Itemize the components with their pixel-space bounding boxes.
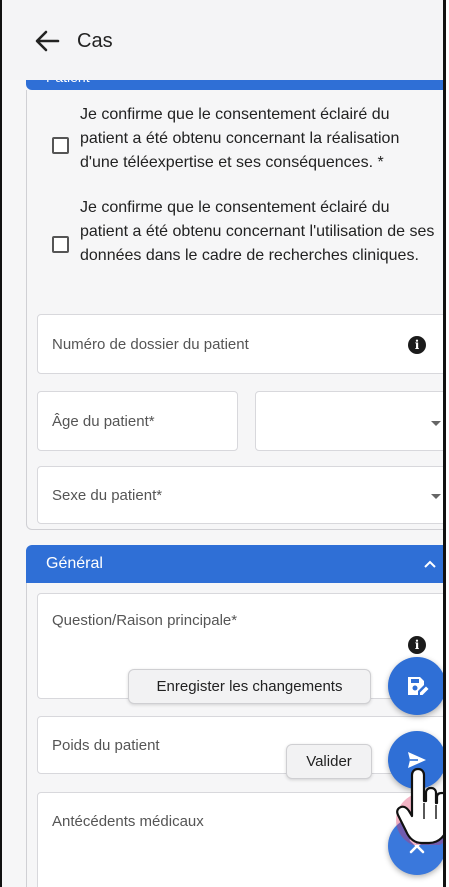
age-unit-select[interactable] [255, 391, 443, 451]
consent-research-checkbox[interactable] [52, 236, 69, 253]
poids-label: Poids du patient [52, 737, 160, 754]
app-bar: Cas [2, 0, 443, 80]
info-icon[interactable]: i [408, 636, 426, 654]
consent-research-label: Je confirme que le consentement éclairé … [80, 199, 435, 264]
general-section-header[interactable]: Général [26, 545, 443, 583]
hand-pointer-icon [396, 767, 443, 845]
question-label: Question/Raison principale* [52, 612, 238, 629]
chevron-up-icon [424, 560, 436, 568]
general-section-title: Général [46, 555, 103, 572]
submit-tooltip[interactable]: Valider [286, 744, 372, 779]
page-title: Cas [77, 30, 113, 52]
save-edit-icon [408, 677, 429, 695]
sexe-label: Sexe du patient* [52, 487, 163, 504]
consent-teleexpertise-label: Je confirme que le consentement éclairé … [80, 106, 400, 171]
sexe-select[interactable]: Sexe du patient* [37, 466, 443, 524]
dossier-number-label: Numéro de dossier du patient [52, 336, 249, 353]
age-label: Âge du patient* [52, 413, 155, 430]
antecedents-label: Antécédents médicaux [52, 813, 204, 830]
app-frame: Cas Patient Je confirme que le consentem… [0, 0, 446, 887]
dossier-number-field[interactable]: Numéro de dossier du patient i [37, 314, 443, 374]
back-arrow-icon[interactable] [32, 26, 62, 56]
save-changes-fab[interactable] [388, 657, 443, 715]
save-changes-tooltip[interactable]: Enregister les changements [128, 669, 371, 704]
age-field[interactable]: Âge du patient* [37, 391, 238, 451]
dropdown-caret-icon [431, 494, 441, 499]
dropdown-caret-icon [431, 421, 441, 426]
consent-teleexpertise-checkbox[interactable] [52, 137, 69, 154]
info-icon[interactable]: i [408, 336, 426, 354]
